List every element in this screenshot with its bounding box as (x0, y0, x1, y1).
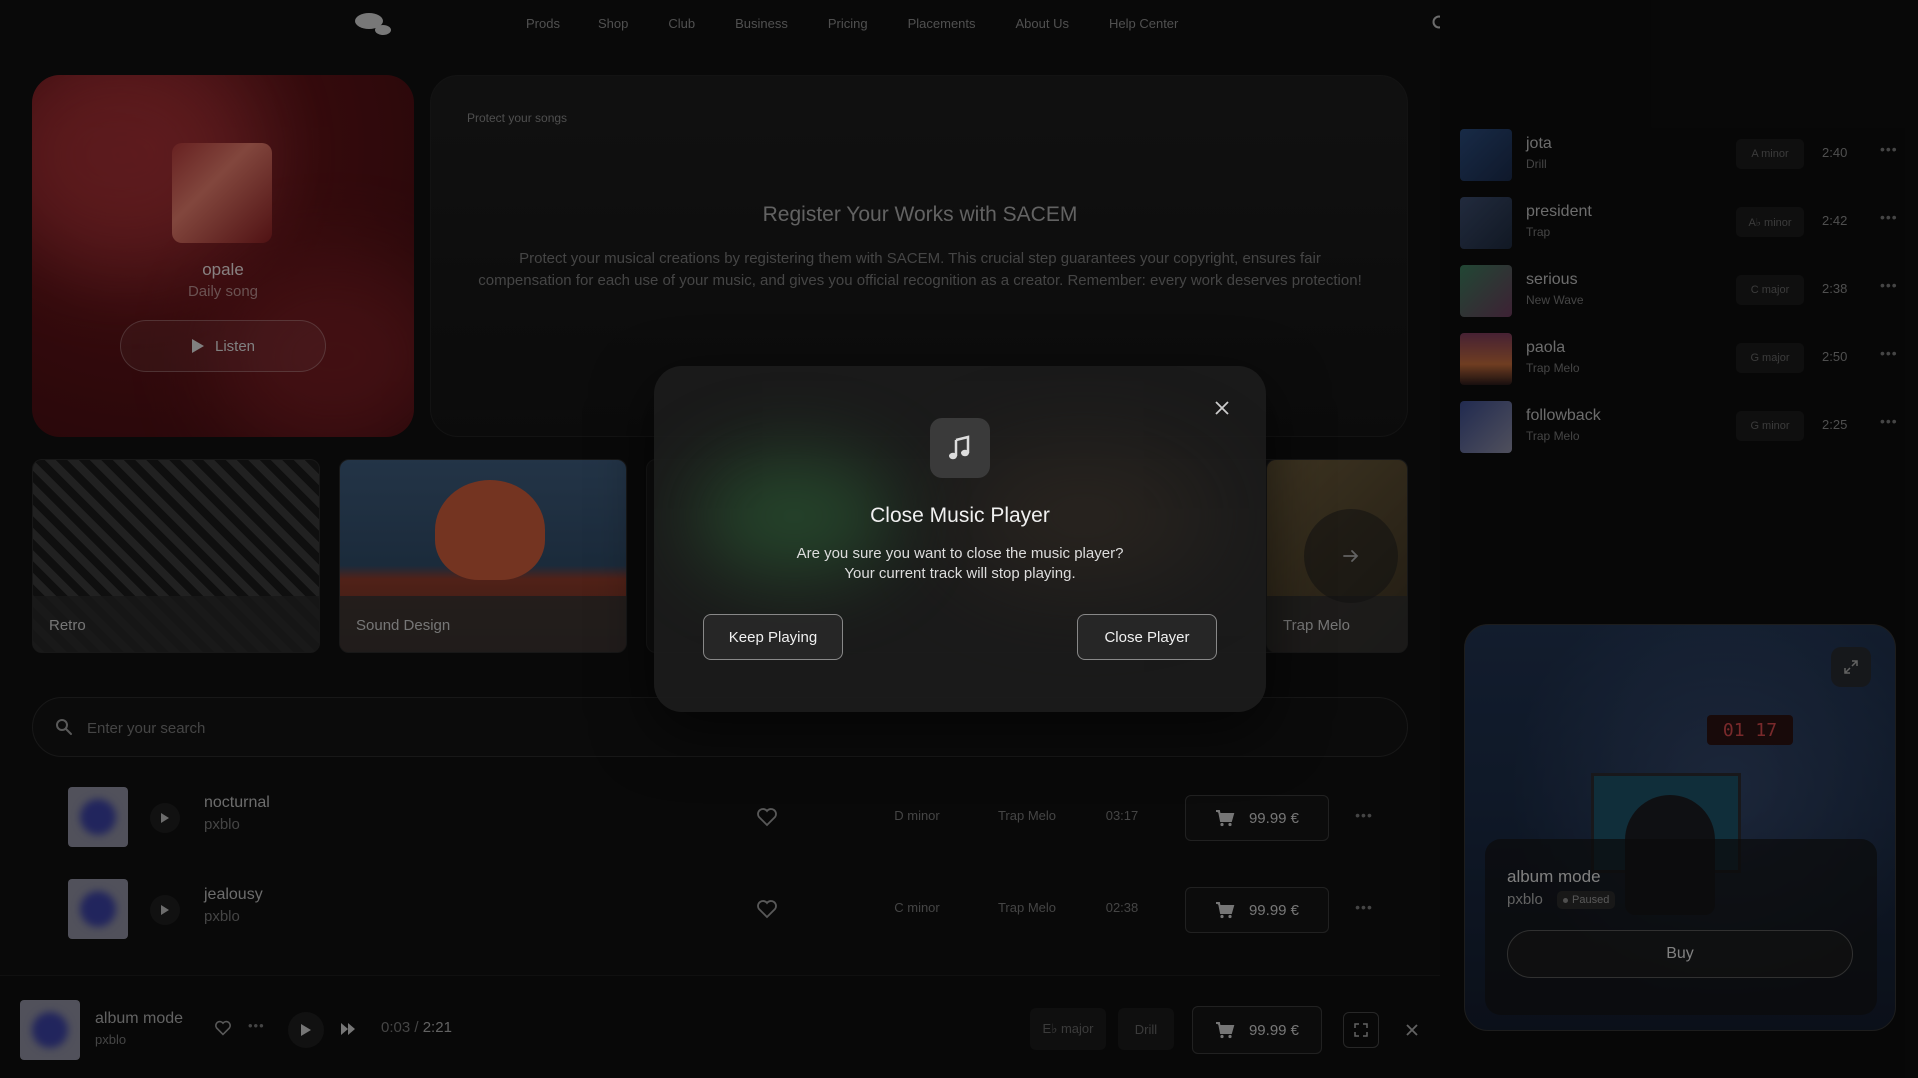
dialog-title: Close Music Player (870, 504, 1050, 527)
close-player-dialog: Close Music Player Are you sure you want… (654, 366, 1266, 712)
close-icon (1215, 401, 1229, 415)
dialog-close-button[interactable] (1210, 396, 1234, 420)
dialog-body: Are you sure you want to close the music… (796, 545, 1124, 582)
keep-playing-button[interactable]: Keep Playing (703, 614, 843, 660)
close-player-button[interactable]: Close Player (1077, 614, 1217, 660)
page: Prods Shop Club Business Pricing Placeme… (0, 0, 1918, 1078)
music-note-icon (930, 418, 990, 478)
